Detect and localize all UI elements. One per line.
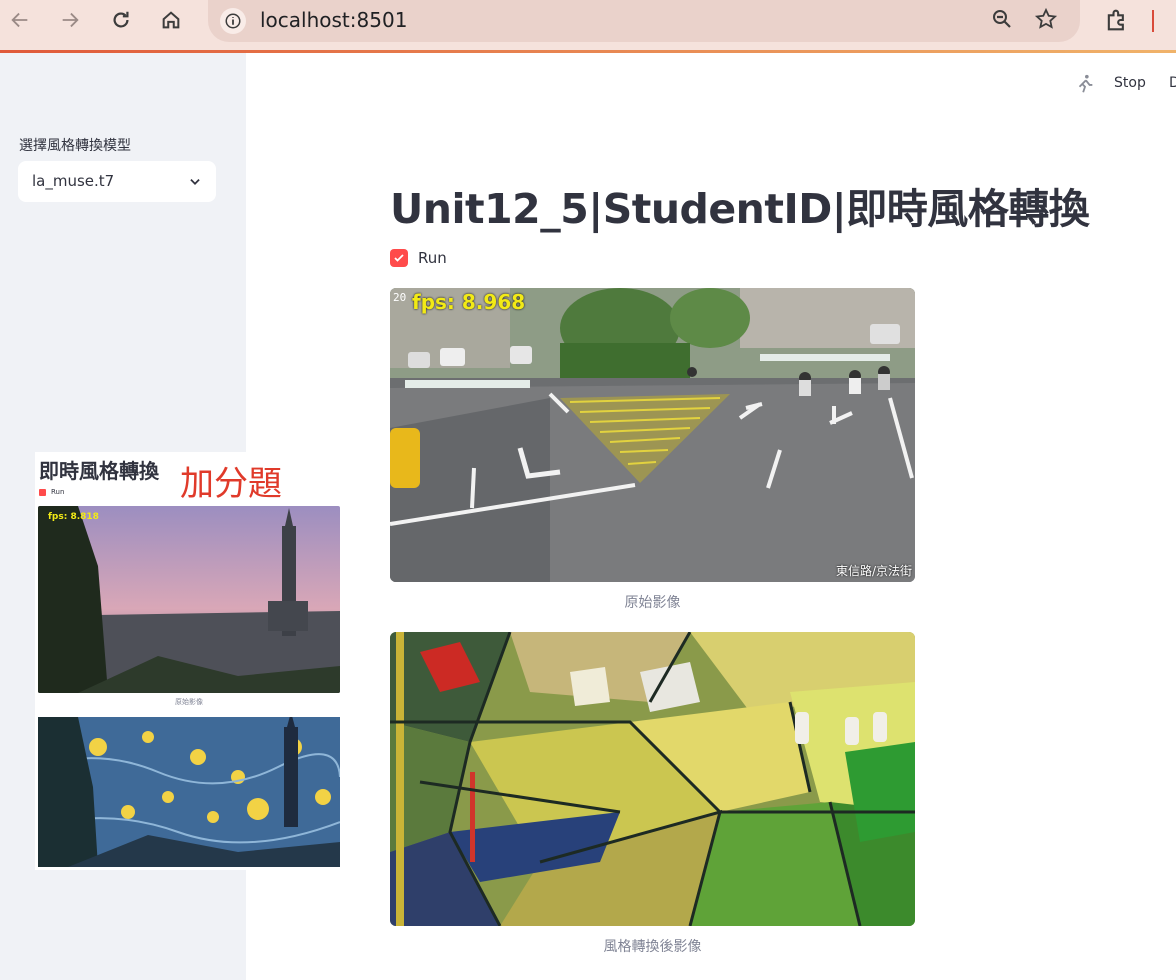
url-text[interactable]: localhost:8501	[260, 8, 407, 32]
fps-overlay: fps: 8.968	[412, 290, 526, 314]
arrow-left-icon	[11, 12, 28, 28]
location-overlay: 東信路/京法街	[835, 564, 912, 578]
bonus-title: 即時風格轉換	[39, 459, 159, 483]
reload-icon	[113, 11, 129, 28]
profile-indicator	[1152, 10, 1154, 32]
home-icon	[162, 11, 180, 29]
original-caption: 原始影像	[624, 595, 681, 611]
timestamp-overlay: 20	[393, 291, 407, 304]
address-bar[interactable]: localhost:8501	[208, 0, 1080, 42]
bonus-original-caption: 原始影像	[175, 698, 203, 706]
model-select-label: 選擇風格轉換模型	[19, 138, 131, 154]
extensions-button[interactable]	[1103, 6, 1131, 38]
star-icon	[1034, 7, 1058, 29]
deploy-button[interactable]: D	[1169, 75, 1176, 91]
bonus-fps-overlay: fps: 8.818	[48, 512, 99, 522]
running-man-icon	[1074, 72, 1096, 100]
puzzle-icon	[1107, 9, 1124, 31]
bonus-tag: 加分題	[180, 464, 282, 504]
checkbox-checked-icon	[39, 488, 46, 496]
site-info-button[interactable]	[220, 8, 246, 34]
bonus-run-checkbox: Run	[39, 488, 64, 496]
home-button[interactable]	[157, 7, 185, 33]
bonus-styled-image	[38, 717, 340, 867]
checkbox-checked-icon[interactable]	[390, 249, 408, 267]
zoom-button[interactable]	[990, 7, 1014, 35]
reload-button[interactable]	[107, 7, 135, 33]
stop-button[interactable]: Stop	[1114, 75, 1146, 91]
run-label[interactable]: Run	[418, 249, 447, 267]
styled-caption: 風格轉換後影像	[603, 939, 702, 955]
chevron-down-icon[interactable]	[188, 174, 202, 193]
styled-video-frame	[390, 632, 915, 926]
bonus-screenshot-panel: 即時風格轉換 加分題 Run fps: 8.818 原始影像	[35, 452, 345, 870]
bonus-run-label: Run	[51, 488, 65, 496]
model-select-value[interactable]: la_muse.t7	[32, 172, 114, 190]
back-button[interactable]	[6, 7, 34, 33]
bookmark-button[interactable]	[1034, 7, 1058, 35]
info-icon	[225, 13, 241, 29]
zoom-icon	[993, 10, 1011, 28]
bonus-original-image: fps: 8.818	[38, 506, 340, 693]
arrow-right-icon	[62, 12, 79, 28]
browser-toolbar: localhost:8501	[0, 0, 1176, 53]
original-video-frame: fps: 8.968 20 東信路/京法街	[390, 288, 915, 582]
model-select[interactable]: la_muse.t7	[18, 161, 216, 202]
forward-button[interactable]	[56, 7, 84, 33]
run-checkbox[interactable]: Run	[390, 249, 447, 267]
page-title: Unit12_5|StudentID|即時風格轉換	[390, 185, 1090, 233]
